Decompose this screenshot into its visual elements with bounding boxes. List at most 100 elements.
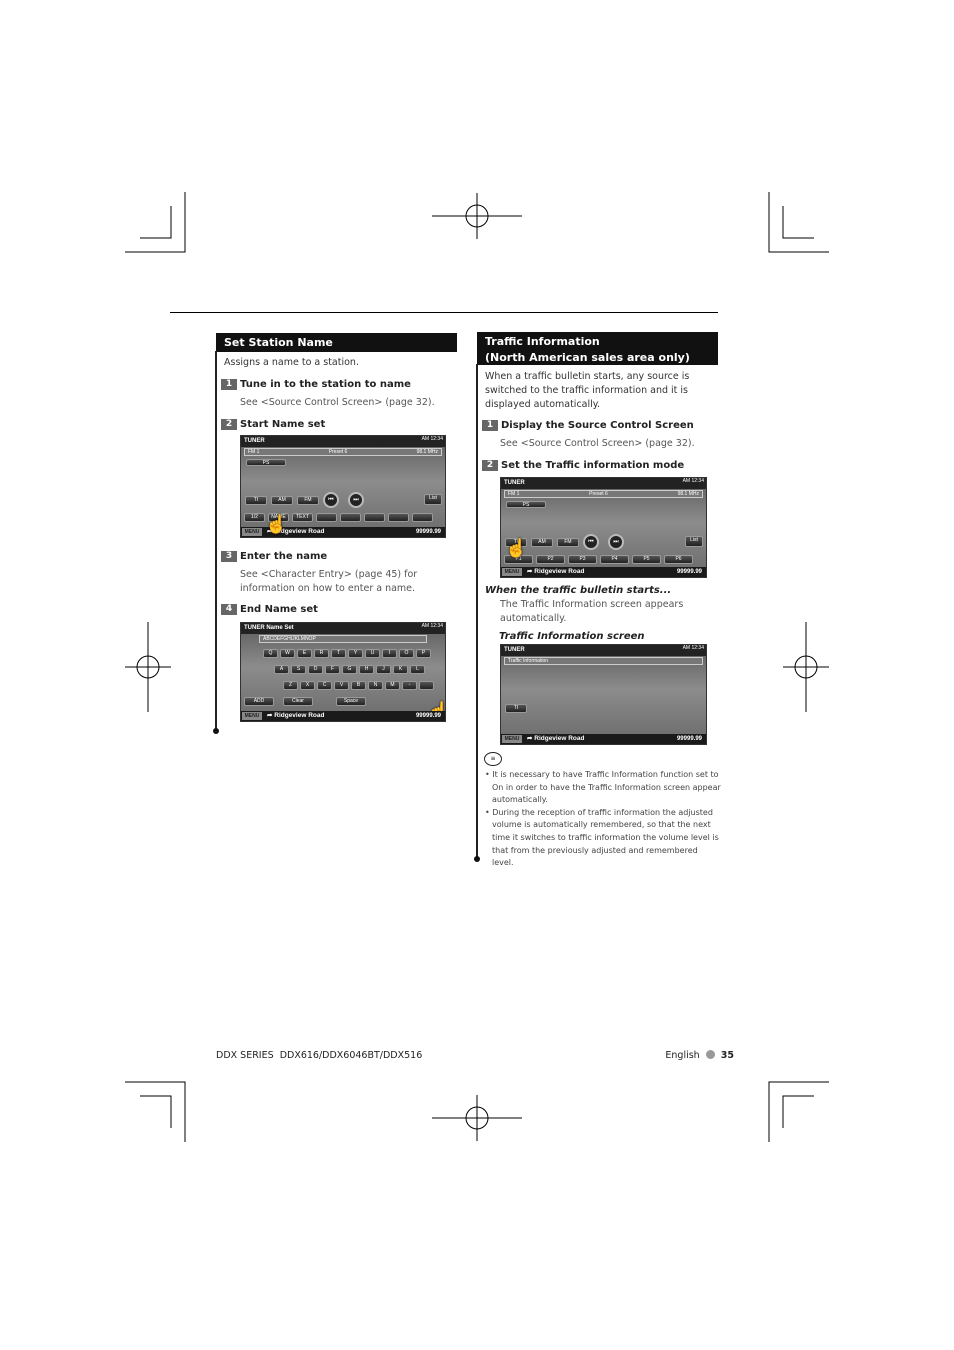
add-button: ADD [244, 697, 274, 706]
list-button: List [685, 536, 703, 547]
step-title: End Name set [240, 604, 318, 615]
screen-clock: AM 12:34 [682, 478, 704, 484]
step-1-body: See <Source Control Screen> (page 32). [240, 397, 435, 408]
row-button [388, 513, 409, 522]
step-number: 1 [482, 420, 498, 431]
key: D [308, 665, 323, 674]
prev-icon: ⏮ [323, 492, 339, 508]
section-title-set-station-name: Set Station Name [216, 333, 457, 352]
row-button: 1/2 [244, 513, 265, 522]
row-button [340, 513, 361, 522]
column-rule-end [213, 728, 219, 734]
menu-button: MENU [502, 735, 522, 743]
frequency-display: FM 1 Preset 6 98.1 MHz [244, 448, 442, 456]
screen-title: TUNER Name Set [241, 623, 445, 634]
step-number: 4 [221, 604, 237, 615]
screen-clock: AM 12:34 [421, 436, 443, 442]
road-name: ➦ Ridgeview Road [267, 712, 325, 719]
screen-title: TUNER [241, 436, 445, 447]
step-title: Set the Traffic information mode [501, 460, 685, 471]
row-button: P6 [664, 555, 693, 564]
key: E [297, 649, 312, 658]
clear-button: Clear [283, 697, 313, 706]
when-title: When the traffic bulletin starts... [485, 585, 672, 596]
key: N [368, 681, 383, 690]
page-number: 35 [720, 1050, 734, 1061]
step-2: 2 Set the Traffic information mode [482, 459, 684, 472]
next-icon: ⏭ [608, 534, 624, 550]
footer-page: English 35 [665, 1050, 734, 1061]
row-button: P4 [600, 555, 629, 564]
odometer: 99999.99 [415, 529, 441, 535]
tuner-button: FM [557, 538, 579, 547]
next-icon: ⏭ [348, 492, 364, 508]
key: K [393, 665, 408, 674]
screen-label: Traffic Information screen [499, 631, 645, 642]
key: W [280, 649, 295, 658]
screen-bottom-bar: MENU ➦ Ridgeview Road 99999.99 [241, 711, 445, 721]
preset: Preset 6 [589, 491, 608, 497]
key: P [416, 649, 431, 658]
tuner-button: AM [271, 496, 293, 505]
section-title-traffic-information: Traffic Information (North American sales… [477, 332, 718, 365]
key: L [410, 665, 425, 674]
hand-pointer-icon: ☝ [265, 514, 288, 534]
row-button: P5 [632, 555, 661, 564]
row-button [412, 513, 433, 522]
key [419, 681, 434, 690]
row-button [364, 513, 385, 522]
screen-clock: AM 12:34 [421, 623, 443, 629]
key: U [365, 649, 380, 658]
odometer: 99999.99 [676, 736, 702, 742]
key: F [325, 665, 340, 674]
screen-title: TUNER [501, 645, 706, 656]
key: C [317, 681, 332, 690]
name-set-screen-image: TUNER Name Set AM 12:34 ABCDEFGHIJKLMNOP Q W… [240, 622, 446, 722]
road-name: ➦ Ridgeview Road [527, 735, 585, 742]
notes-list: • It is necessary to have Traffic Inform… [485, 769, 721, 870]
language: English [665, 1050, 700, 1061]
key: T [331, 649, 346, 658]
key: Q [263, 649, 278, 658]
step-number: 2 [221, 419, 237, 430]
odometer: 99999.99 [415, 713, 441, 719]
preset: Preset 6 [328, 449, 348, 455]
menu-button: MENU [242, 528, 262, 536]
column-rule-end [474, 856, 480, 862]
tuner-button: TI [245, 496, 267, 505]
note-item: • It is necessary to have Traffic Inform… [485, 770, 721, 805]
frequency: 98.1 MHz [677, 491, 699, 497]
key: X [300, 681, 315, 690]
traffic-bar: Traffic Information [504, 657, 703, 665]
intro-text: When a traffic bulletin starts, any sour… [485, 371, 690, 410]
when-body: The Traffic Information screen appears a… [500, 599, 684, 624]
bullet-icon [705, 1050, 715, 1059]
menu-button: MENU [242, 712, 262, 720]
footer-models: DDX SERIES DDX616/DDX6046BT/DDX516 [216, 1050, 422, 1061]
note-item: • During the reception of traffic inform… [485, 807, 719, 868]
screen-bottom-bar: MENU ➦ Ridgeview Road 99999.99 [501, 734, 706, 744]
key: B [351, 681, 366, 690]
step-title: Tune in to the station to name [240, 379, 411, 390]
tuner-button: FM [297, 496, 319, 505]
step-1: 1 Display the Source Control Screen [482, 419, 694, 432]
tuner-screen-image: TUNER AM 12:34 FM 1 Preset 6 98.1 MHz PS TI AM F… [240, 435, 446, 538]
column-rule [215, 351, 217, 731]
screen-clock: AM 12:34 [682, 645, 704, 651]
step-4: 4 End Name set [221, 603, 318, 616]
key: R [314, 649, 329, 658]
key: - [402, 681, 417, 690]
key: S [291, 665, 306, 674]
step-3-body: See <Character Entry> (page 45) for info… [240, 569, 418, 594]
step-title: Start Name set [240, 419, 326, 430]
intro-text: Assigns a name to a station. [224, 357, 359, 368]
frequency: 98.1 MHz [416, 449, 438, 455]
title-line-1: Traffic Information [485, 335, 600, 348]
ps-label: PS [246, 459, 286, 466]
key: J [376, 665, 391, 674]
hand-pointer-icon: ☝ [505, 538, 528, 558]
step-number: 3 [221, 551, 237, 562]
series: DDX SERIES [216, 1050, 274, 1061]
key: Z [283, 681, 298, 690]
row-button: P2 [536, 555, 565, 564]
